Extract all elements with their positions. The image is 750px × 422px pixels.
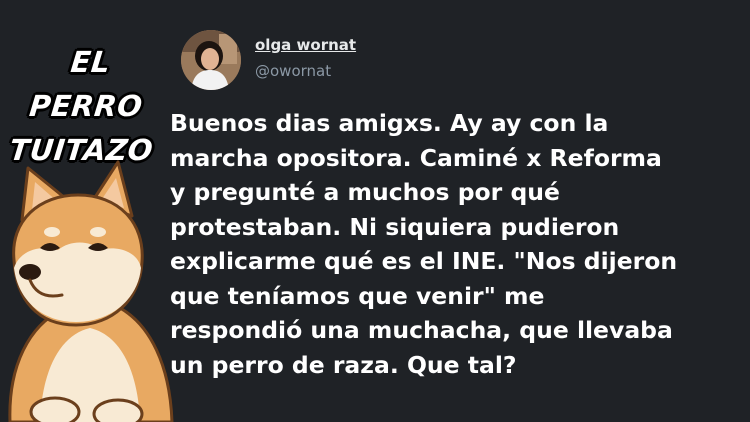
author-name[interactable]: olga wornat xyxy=(255,36,356,54)
profile-photo xyxy=(181,30,241,90)
brand-line-1: EL PERRO xyxy=(27,45,145,123)
tweet-text: Buenos dias amigxs. Ay ay con la marcha … xyxy=(170,109,678,379)
author-handle[interactable]: @owornat xyxy=(255,62,331,80)
doge-dog-icon xyxy=(8,160,174,422)
author-avatar[interactable] xyxy=(181,30,241,90)
